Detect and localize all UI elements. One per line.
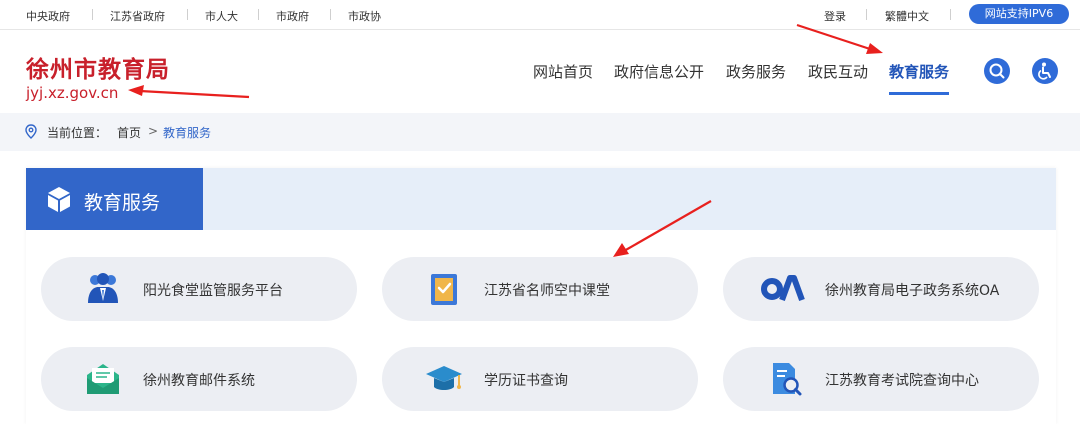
panel-title: 教育服务: [84, 192, 161, 214]
link-city-gov[interactable]: 市政府: [276, 8, 309, 24]
breadcrumb-label: 当前位置：: [47, 126, 108, 140]
service-oa-system[interactable]: 徐州教育局电子政务系统OA: [723, 257, 1039, 321]
traditional-chinese-link[interactable]: 繁體中文: [885, 8, 929, 24]
link-jiangsu-gov[interactable]: 江苏省政府: [110, 8, 165, 24]
divider: [866, 9, 867, 20]
divider: [187, 9, 188, 20]
annotation-arrow: [128, 85, 250, 99]
service-label: 徐州教育局电子政务系统OA: [825, 283, 1000, 299]
divider: [258, 9, 259, 20]
nav-active-underline: [889, 92, 949, 95]
education-services-panel: 教育服务 阳光食堂监管服务平台 江苏省名师空中课堂 徐州教育局电子政务系统OA: [26, 168, 1056, 424]
nav-gov-services[interactable]: 政务服务: [726, 61, 786, 82]
divider: [330, 9, 331, 20]
link-central-gov[interactable]: 中央政府: [26, 8, 70, 24]
service-sunshine-canteen[interactable]: 阳光食堂监管服务平台: [41, 257, 357, 321]
service-mail-system[interactable]: 徐州教育邮件系统: [41, 347, 357, 411]
accessibility-button[interactable]: [1032, 58, 1058, 84]
service-exam-query-center[interactable]: 江苏教育考试院查询中心: [723, 347, 1039, 411]
nav-interaction[interactable]: 政民互动: [808, 61, 868, 82]
oa-logo-icon: [761, 275, 805, 302]
accessibility-icon: [1038, 62, 1051, 80]
cube-icon: [48, 187, 70, 212]
link-npc[interactable]: 市人大: [205, 8, 238, 24]
service-famous-teacher-class[interactable]: 江苏省名师空中课堂: [382, 257, 698, 321]
link-cppcc[interactable]: 市政协: [348, 8, 381, 24]
service-label: 江苏省名师空中课堂: [484, 283, 610, 299]
search-button[interactable]: [984, 58, 1010, 84]
people-icon: [88, 273, 118, 303]
service-diploma-query[interactable]: 学历证书查询: [382, 347, 698, 411]
document-search-icon: [773, 363, 802, 396]
service-label: 学历证书查询: [484, 373, 568, 389]
service-label: 阳光食堂监管服务平台: [143, 283, 283, 299]
certificate-icon: [431, 274, 457, 305]
divider: [92, 9, 93, 20]
panel-title-tab: 教育服务: [26, 168, 203, 230]
login-link[interactable]: 登录: [824, 8, 846, 24]
search-icon: [989, 63, 1005, 79]
service-label: 江苏教育考试院查询中心: [825, 373, 979, 389]
ipv6-badge: 网站支持IPV6: [969, 4, 1069, 24]
breadcrumb: 当前位置： 首页 > 教育服务: [0, 113, 1080, 151]
nav-gov-info[interactable]: 政府信息公开: [614, 61, 704, 82]
location-pin-icon: [25, 124, 37, 139]
breadcrumb-current: 教育服务: [163, 126, 212, 140]
breadcrumb-separator: >: [148, 124, 159, 138]
top-bar: 中央政府 江苏省政府 市人大 市政府 市政协 登录 繁體中文 网站支持IPV6: [0, 0, 1080, 30]
divider: [950, 9, 951, 20]
graduation-cap-icon: [426, 366, 462, 390]
site-domain: jyj.xz.gov.cn: [26, 84, 119, 102]
nav-education-services[interactable]: 教育服务: [889, 61, 949, 82]
service-label: 徐州教育邮件系统: [143, 373, 255, 389]
site-title[interactable]: 徐州市教育局: [26, 50, 170, 84]
breadcrumb-home[interactable]: 首页: [117, 124, 141, 141]
nav-home[interactable]: 网站首页: [533, 61, 593, 82]
mail-icon: [87, 364, 119, 394]
